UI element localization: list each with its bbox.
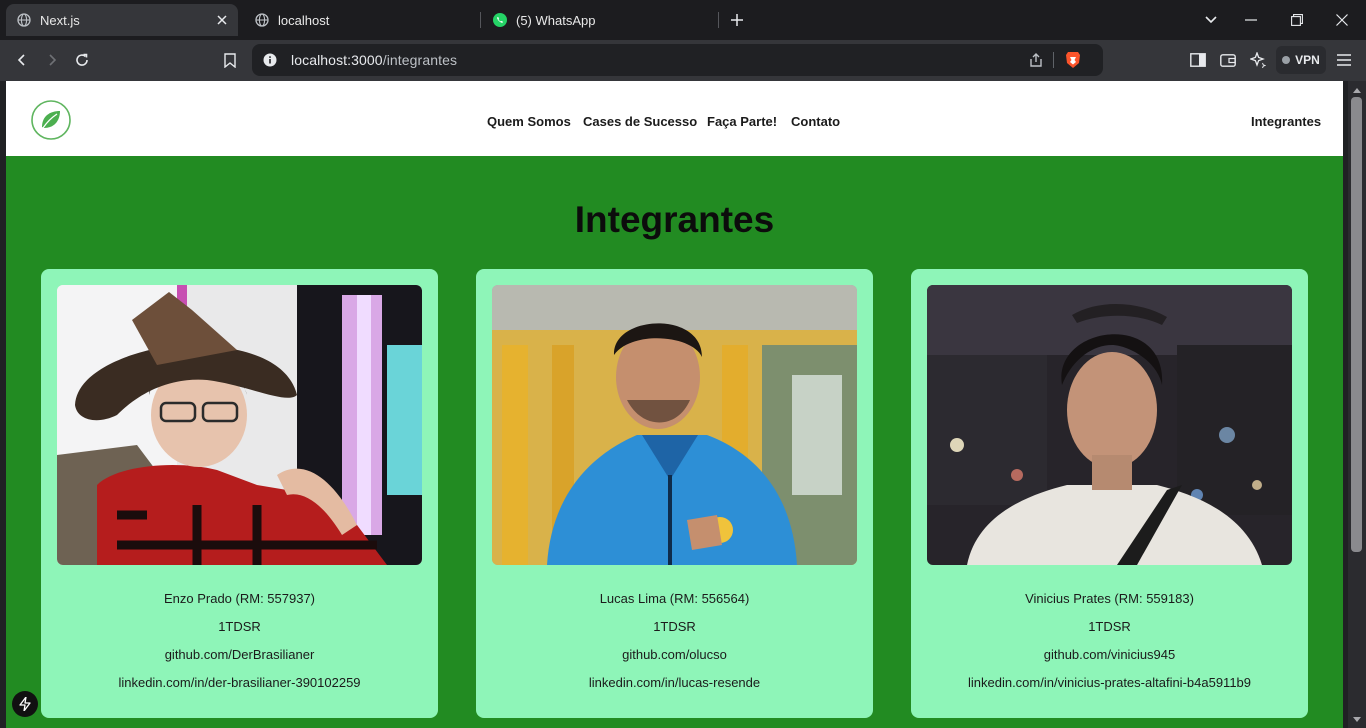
member-class: 1TDSR bbox=[1088, 619, 1131, 634]
close-tab-icon[interactable] bbox=[214, 12, 230, 28]
nav-faca-parte[interactable]: Faça Parte! bbox=[707, 114, 777, 129]
nav-integrantes[interactable]: Integrantes bbox=[1251, 114, 1321, 129]
omnibox-divider bbox=[1053, 52, 1054, 68]
back-button[interactable] bbox=[8, 46, 36, 74]
scroll-up-arrow-icon[interactable] bbox=[1351, 85, 1362, 95]
new-tab-button[interactable] bbox=[714, 0, 760, 40]
member-linkedin-link[interactable]: linkedin.com/in/vinicius-prates-altafini… bbox=[911, 675, 1308, 690]
leaf-logo-icon[interactable] bbox=[31, 100, 71, 140]
tab-title: Next.js bbox=[40, 12, 80, 28]
globe-icon bbox=[254, 12, 270, 28]
menu-icon[interactable] bbox=[1330, 46, 1358, 74]
tab-separator bbox=[480, 12, 481, 28]
member-name: Vinicius Prates (RM: 559183) bbox=[1025, 591, 1194, 606]
vpn-status-icon bbox=[1282, 56, 1291, 64]
brave-shields-icon[interactable] bbox=[1064, 51, 1082, 69]
member-name: Lucas Lima (RM: 556564) bbox=[599, 591, 750, 606]
tab-title: (5) WhatsApp bbox=[516, 12, 596, 28]
tab-localhost[interactable]: localhost bbox=[246, 4, 478, 36]
nextjs-dev-indicator-icon[interactable] bbox=[12, 691, 38, 717]
url-host: localhost:3000 bbox=[291, 52, 383, 68]
tab-whatsapp[interactable]: (5) WhatsApp bbox=[484, 4, 716, 36]
member-card: Lucas Lima (RM: 556564) 1TDSR github.com… bbox=[476, 269, 873, 718]
site-header: Quem Somos Cases de Sucesso Faça Parte! … bbox=[6, 81, 1343, 156]
minimize-button[interactable] bbox=[1228, 0, 1274, 40]
member-photo bbox=[57, 285, 422, 565]
member-card: Vinicius Prates (RM: 559183) 1TDSR githu… bbox=[911, 269, 1308, 718]
restore-button[interactable] bbox=[1274, 0, 1320, 40]
sidebar-toggle-icon[interactable] bbox=[1184, 46, 1212, 74]
share-icon[interactable] bbox=[1027, 51, 1045, 69]
member-photo bbox=[927, 285, 1292, 565]
tab-nextjs[interactable]: Next.js bbox=[6, 4, 238, 36]
tab-title: localhost bbox=[278, 12, 330, 28]
member-class: 1TDSR bbox=[653, 619, 696, 634]
vpn-label: VPN bbox=[1295, 53, 1320, 67]
url-text: localhost:3000/integrantes bbox=[291, 52, 457, 68]
globe-icon bbox=[16, 12, 32, 28]
member-github-link[interactable]: github.com/DerBrasilianer bbox=[41, 647, 438, 662]
wallet-icon[interactable] bbox=[1214, 46, 1242, 74]
address-bar[interactable]: localhost:3000/integrantes bbox=[252, 44, 1103, 76]
member-card: Enzo Prado (RM: 557937) 1TDSR github.com… bbox=[41, 269, 438, 718]
site-info-icon[interactable] bbox=[262, 52, 278, 68]
nav-contato[interactable]: Contato bbox=[791, 114, 840, 129]
close-window-button[interactable] bbox=[1319, 0, 1365, 40]
page-viewport: Quem Somos Cases de Sucesso Faça Parte! … bbox=[6, 81, 1343, 728]
member-photo bbox=[492, 285, 857, 565]
leo-ai-icon[interactable] bbox=[1244, 46, 1272, 74]
url-path: /integrantes bbox=[382, 52, 458, 68]
member-linkedin-link[interactable]: linkedin.com/in/lucas-resende bbox=[476, 675, 873, 690]
forward-button[interactable] bbox=[38, 46, 66, 74]
nav-cases-de-sucesso[interactable]: Cases de Sucesso bbox=[583, 114, 697, 129]
scrollbar-thumb[interactable] bbox=[1351, 97, 1362, 552]
reload-button[interactable] bbox=[68, 46, 96, 74]
browser-toolbar: localhost:3000/integrantes VPN bbox=[0, 40, 1366, 81]
member-github-link[interactable]: github.com/olucso bbox=[476, 647, 873, 662]
member-linkedin-link[interactable]: linkedin.com/in/der-brasilianer-39010225… bbox=[41, 675, 438, 690]
member-class: 1TDSR bbox=[218, 619, 261, 634]
nav-quem-somos[interactable]: Quem Somos bbox=[487, 114, 571, 129]
scroll-down-arrow-icon[interactable] bbox=[1351, 714, 1362, 724]
member-name: Enzo Prado (RM: 557937) bbox=[163, 591, 316, 606]
page-title: Integrantes bbox=[574, 199, 775, 240]
whatsapp-icon bbox=[492, 12, 508, 28]
member-github-link[interactable]: github.com/vinicius945 bbox=[911, 647, 1308, 662]
tab-strip: Next.js localhost (5) WhatsApp bbox=[0, 0, 1366, 40]
vpn-button[interactable]: VPN bbox=[1276, 46, 1326, 74]
bookmark-icon[interactable] bbox=[216, 46, 244, 74]
